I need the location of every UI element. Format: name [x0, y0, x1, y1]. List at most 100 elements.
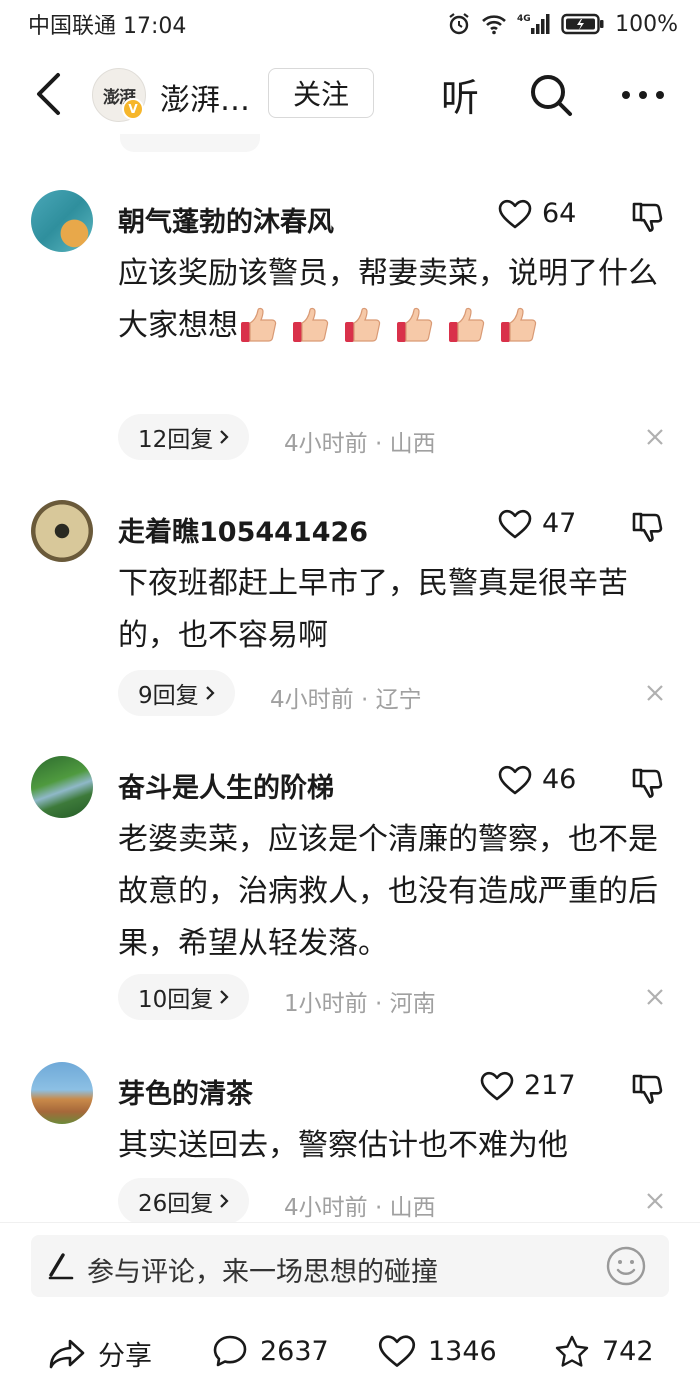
- comment-meta: 4小时前 · 山西: [284, 431, 436, 457]
- dislike-button[interactable]: [628, 508, 666, 546]
- alarm-icon: [449, 13, 469, 35]
- follow-button[interactable]: 关注: [268, 68, 374, 118]
- heart-icon: [498, 199, 532, 228]
- comment-item: 芽色的清茶 217 其实送回去，警察估计也不难为他 26回复 4小时前 · 山西: [0, 1058, 700, 1222]
- comment-text: 其实送回去，警察估计也不难为他: [118, 1128, 568, 1163]
- share-label: 分享: [98, 1341, 152, 1372]
- reply-count-button[interactable]: 12回复: [118, 414, 250, 460]
- comment-text: 应该奖励该警员，帮妻卖菜，说明了什么大家想想: [118, 248, 658, 352]
- comment-author[interactable]: 奋斗是人生的阶梯: [118, 766, 334, 805]
- heart-icon: [498, 765, 532, 794]
- comment-bubble-icon: [213, 1335, 247, 1367]
- like-count: 47: [542, 508, 577, 539]
- input-placeholder: 参与评论，来一场思想的碰撞: [87, 1257, 438, 1288]
- comment-input-bar: 参与评论，来一场思想的碰撞: [0, 1222, 700, 1316]
- search-icon: [531, 75, 572, 116]
- search-button[interactable]: [526, 70, 576, 120]
- thumbs-down-icon: [632, 768, 663, 798]
- comment-meta: 4小时前 · 辽宁: [270, 687, 422, 713]
- listen-button[interactable]: 听: [436, 68, 484, 120]
- comment-author[interactable]: 朝气蓬勃的沐春风: [118, 200, 334, 239]
- comment-item: 朝气蓬勃的沐春风 64 应该奖励该警员，帮妻卖菜，说明了什么大家想想 12回复 …: [0, 186, 700, 476]
- close-icon: [647, 1193, 663, 1209]
- emoji-icon[interactable]: [605, 1245, 647, 1287]
- status-icons: 4G 100%: [447, 12, 678, 37]
- pen-icon: [48, 1253, 74, 1280]
- comment-meta: 1小时前 · 河南: [284, 991, 436, 1017]
- like-button[interactable]: 64: [498, 198, 576, 229]
- reply-count: 10回复: [138, 987, 214, 1013]
- source-name[interactable]: 澎湃…: [160, 75, 250, 119]
- reply-count-button[interactable]: 10回复: [118, 974, 250, 1020]
- thumbs-up-emoji-icon: [397, 307, 433, 342]
- more-button[interactable]: [616, 70, 670, 120]
- dismiss-button[interactable]: [640, 422, 670, 452]
- comment-input[interactable]: 参与评论，来一场思想的碰撞: [31, 1235, 669, 1297]
- avatar[interactable]: [31, 1062, 93, 1124]
- svg-text:4G: 4G: [517, 14, 531, 24]
- more-dots-icon: [622, 91, 664, 99]
- favorites-count: 742: [602, 1335, 654, 1367]
- thumbs-up-emoji-icon: [345, 307, 381, 342]
- dislike-button[interactable]: [628, 1070, 666, 1108]
- reply-count: 26回复: [138, 1191, 214, 1217]
- like-button[interactable]: 47: [498, 508, 576, 539]
- article-header: 澎湃 V 澎湃… 关注 听: [0, 58, 700, 132]
- comment-item: 奋斗是人生的阶梯 46 老婆卖菜，应该是个清廉的警察，也不是故意的，治病救人，也…: [0, 752, 700, 1032]
- battery-icon: [561, 13, 604, 35]
- thumbs-up-emoji-icon: [293, 307, 329, 342]
- reply-count-button[interactable]: 26回复: [118, 1178, 250, 1222]
- battery-percent: 100%: [615, 11, 678, 37]
- share-button[interactable]: 分享: [48, 1334, 152, 1373]
- comment-meta: 4小时前 · 山西: [284, 1195, 436, 1221]
- heart-icon: [498, 509, 532, 538]
- avatar[interactable]: [31, 756, 93, 818]
- back-button[interactable]: [30, 68, 66, 120]
- star-icon: [555, 1335, 589, 1367]
- favorite-button[interactable]: 742: [554, 1334, 654, 1368]
- previous-reply-pill: [120, 134, 260, 152]
- heart-icon: [480, 1071, 514, 1100]
- likes-count: 1346: [428, 1335, 497, 1367]
- like-button[interactable]: 46: [498, 764, 576, 795]
- bottom-action-bar: 分享 2637 1346 742: [0, 1320, 700, 1400]
- thumbs-down-icon: [632, 202, 663, 232]
- share-icon: [49, 1339, 85, 1368]
- comments-count: 2637: [260, 1335, 329, 1367]
- thumbs-up-emoji-group: [238, 307, 550, 343]
- like-count: 64: [542, 198, 577, 229]
- dismiss-button[interactable]: [640, 678, 670, 708]
- like-count: 217: [524, 1070, 576, 1101]
- status-bar: 中国联通 17:04 4G 100%: [0, 0, 700, 48]
- dislike-button[interactable]: [628, 198, 666, 236]
- comment-item: 走着瞧105441426 47 下夜班都赶上早市了，民警真是很辛苦的，也不容易啊…: [0, 498, 700, 728]
- avatar[interactable]: [31, 500, 93, 562]
- comment-text: 老婆卖菜，应该是个清廉的警察，也不是故意的，治病救人，也没有造成严重的后果，希望…: [118, 822, 658, 961]
- comment-author[interactable]: 走着瞧105441426: [118, 510, 368, 549]
- reply-count-button[interactable]: 9回复: [118, 670, 235, 716]
- dismiss-button[interactable]: [640, 1186, 670, 1216]
- thumbs-up-emoji-icon: [241, 307, 277, 342]
- close-icon: [647, 429, 663, 445]
- thumbs-up-emoji-icon: [501, 307, 537, 342]
- chevron-right-icon: [205, 686, 215, 700]
- like-count: 46: [542, 764, 577, 795]
- signal-icon: 4G: [517, 14, 550, 34]
- carrier-time: 中国联通 17:04: [28, 14, 187, 39]
- like-button[interactable]: 217: [480, 1070, 576, 1101]
- like-article-button[interactable]: 1346: [378, 1334, 497, 1368]
- close-icon: [647, 989, 663, 1005]
- chevron-right-icon: [220, 990, 229, 1004]
- comments-button[interactable]: 2637: [212, 1334, 329, 1368]
- chevron-right-icon: [220, 1194, 229, 1208]
- reply-count: 9回复: [138, 683, 199, 709]
- comment-text: 下夜班都赶上早市了，民警真是很辛苦的，也不容易啊: [118, 566, 628, 653]
- chevron-right-icon: [220, 430, 229, 444]
- dismiss-button[interactable]: [640, 982, 670, 1012]
- comment-author[interactable]: 芽色的清茶: [118, 1072, 253, 1111]
- chevron-left-icon: [37, 73, 60, 115]
- verified-badge-icon: V: [122, 98, 144, 120]
- avatar[interactable]: [31, 190, 93, 252]
- dislike-button[interactable]: [628, 764, 666, 802]
- thumbs-down-icon: [632, 512, 663, 542]
